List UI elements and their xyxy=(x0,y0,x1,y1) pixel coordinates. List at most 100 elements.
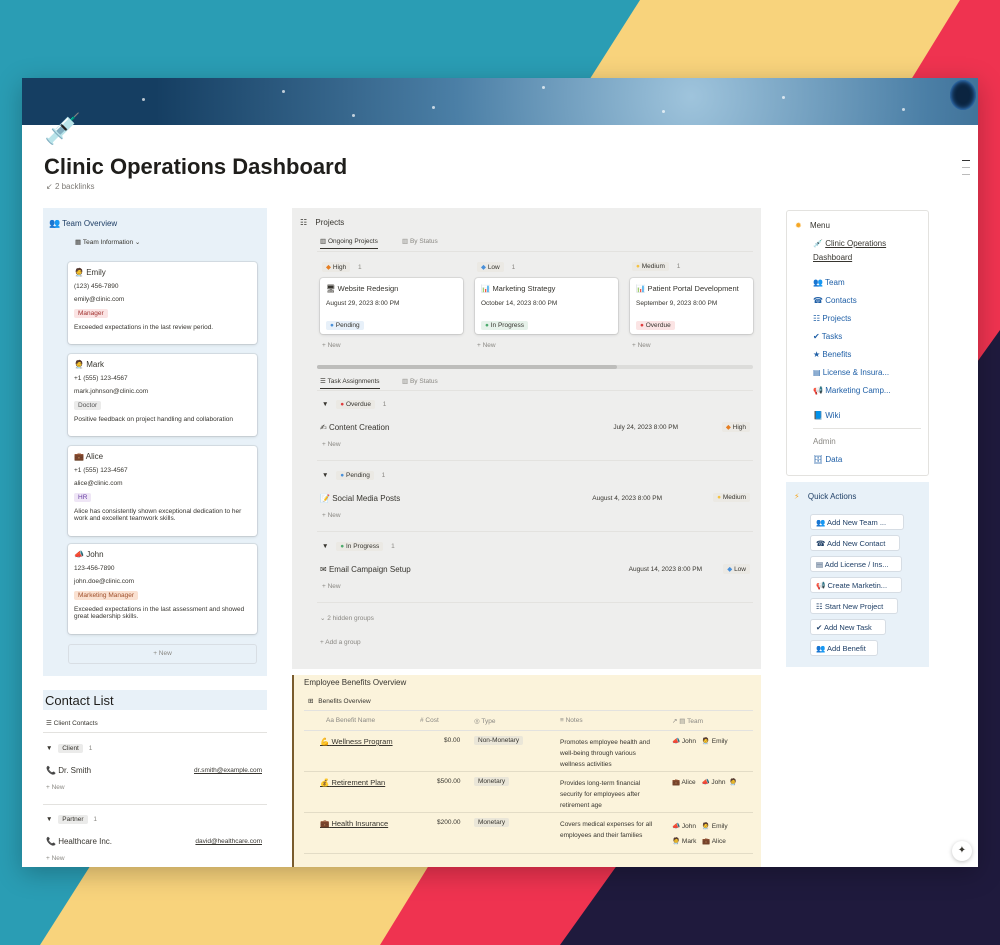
team-icon: 👥 xyxy=(813,278,823,287)
group-header-pending[interactable]: ▼ ● Pending 1 xyxy=(322,471,385,480)
add-new-contact-button[interactable]: ☎ Add New Contact xyxy=(810,535,900,551)
chart-icon: 📊 xyxy=(636,284,646,293)
app-window: 💉 Clinic Operations Dashboard ↙ 2 backli… xyxy=(22,78,978,867)
team-view-selector[interactable]: ▦ Team Information ⌄ xyxy=(75,238,140,246)
triangle-down-icon: ▼ xyxy=(322,401,329,408)
menu-link-dashboard[interactable]: 💉 Clinic Operations Dashboard xyxy=(813,237,923,265)
group-header-client[interactable]: ▼ Client 1 xyxy=(46,744,92,753)
briefcase-icon: 💼 xyxy=(74,452,84,461)
person-icon: 🧑‍⚕️ xyxy=(74,268,84,277)
menu-link-marketing[interactable]: 📢 Marketing Camp... xyxy=(813,386,891,395)
new-task-button[interactable]: + New xyxy=(322,512,341,519)
menu-link-projects[interactable]: ☷ Projects xyxy=(813,314,851,323)
new-contact-button[interactable]: + New xyxy=(46,784,65,791)
database-icon: 🗄 xyxy=(813,455,824,464)
new-project-button[interactable]: + New xyxy=(477,342,496,349)
start-new-project-button[interactable]: ☷ Start New Project xyxy=(810,598,898,614)
quick-actions-header: ⚡ Quick Actions xyxy=(794,492,857,501)
menu-link-team[interactable]: 👥 Team xyxy=(813,278,845,287)
group-header-in-progress[interactable]: ▼ ● In Progress 1 xyxy=(322,542,395,551)
column-header-low[interactable]: ◆ Low 1 xyxy=(477,262,515,272)
menu-link-data[interactable]: 🗄 Data xyxy=(813,455,842,464)
team-overview-header[interactable]: 👥 Team Overview xyxy=(49,218,117,229)
add-benefit-button[interactable]: 👥 Add Benefit xyxy=(810,640,878,656)
task-row[interactable]: 📝 Social Media Posts August 4, 2023 8:00… xyxy=(320,493,750,503)
add-license-button[interactable]: ▤ Add License / Ins... xyxy=(810,556,902,572)
new-contact-button[interactable]: + New xyxy=(46,855,65,862)
project-card[interactable]: 📊 Patient Portal Development September 9… xyxy=(630,278,753,334)
triangle-down-icon: ▼ xyxy=(322,543,329,550)
backlinks-link[interactable]: ↙ 2 backlinks xyxy=(46,182,95,191)
column-header-medium[interactable]: ● Medium 1 xyxy=(632,262,680,271)
contact-list-title: Contact List xyxy=(43,690,267,710)
memo-icon: 📝 xyxy=(320,494,330,503)
team-card[interactable]: 🧑‍⚕️ Mark +1 (555) 123-4567 mark.johnson… xyxy=(68,354,257,436)
avatar: 💼 xyxy=(702,838,711,845)
chart-icon: 📊 xyxy=(481,284,491,293)
task-row[interactable]: ✍ Content Creation July 24, 2023 8:00 PM… xyxy=(320,422,750,432)
gallery-icon: ▦ xyxy=(75,239,82,246)
document-icon: ▤ xyxy=(816,560,824,569)
column-header-team[interactable]: ↗ ▤ Team xyxy=(672,717,703,725)
contact-row[interactable]: 📞 Dr. Smith dr.smith@example.com xyxy=(46,766,264,775)
table-of-contents-indicator[interactable] xyxy=(962,160,970,181)
new-project-button[interactable]: + New xyxy=(632,342,651,349)
team-overview-panel: 👥 Team Overview ▦ Team Information ⌄ 🧑‍⚕… xyxy=(43,208,267,676)
cover-image xyxy=(22,78,978,125)
table-row[interactable]: 💰 Retirement Plan $500.00 Monetary Provi… xyxy=(304,772,753,813)
column-header-benefit-name[interactable]: Aa Benefit Name xyxy=(326,717,375,724)
group-header-partner[interactable]: ▼ Partner 1 xyxy=(46,815,97,824)
menu-link-tasks[interactable]: ✔ Tasks xyxy=(813,332,842,341)
add-group-button[interactable]: + Add a group xyxy=(320,639,361,646)
table-row[interactable]: 💼 Health Insurance $200.00 Monetary Cove… xyxy=(304,813,753,854)
triangle-down-icon: ▼ xyxy=(46,745,53,752)
ai-assistant-button[interactable]: ✦ xyxy=(952,841,972,861)
tab-tasks-by-status[interactable]: ▥ By Status xyxy=(402,377,438,385)
contact-row[interactable]: 📞 Healthcare Inc. david@healthcare.com xyxy=(46,837,264,846)
benefits-panel: Employee Benefits Overview ⊞ Benefits Ov… xyxy=(292,675,761,867)
horizontal-scrollbar[interactable] xyxy=(317,365,753,369)
task-row[interactable]: ✉ Email Campaign Setup August 14, 2023 8… xyxy=(320,564,750,574)
team-card[interactable]: 📣 John 123-456-7890 john.doe@clinic.com … xyxy=(68,544,257,634)
column-header-type[interactable]: ◎ Type xyxy=(474,717,495,725)
tab-projects-by-status[interactable]: ▥ By Status xyxy=(402,237,438,245)
avatar: 📣 xyxy=(672,823,681,830)
avatar: 💼 xyxy=(672,779,681,786)
tab-ongoing-projects[interactable]: ▥ Ongoing Projects xyxy=(320,237,378,249)
page-title: Clinic Operations Dashboard xyxy=(44,154,348,179)
board-icon: ▥ xyxy=(402,378,409,385)
create-marketing-button[interactable]: 📢 Create Marketin... xyxy=(810,577,902,593)
hidden-groups-toggle[interactable]: ⌄ 2 hidden groups xyxy=(320,614,374,622)
table-row[interactable]: 💪 Wellness Program $0.00 Non-Monetary Pr… xyxy=(304,731,753,772)
menu-link-benefits[interactable]: ★ Benefits xyxy=(813,350,851,359)
new-team-member-button[interactable]: + New xyxy=(68,644,257,664)
new-project-button[interactable]: + New xyxy=(322,342,341,349)
team-card[interactable]: 💼 Alice +1 (555) 123-4567 alice@clinic.c… xyxy=(68,446,257,536)
add-new-task-button[interactable]: ✔ Add New Task xyxy=(810,619,886,635)
column-header-cost[interactable]: # Cost xyxy=(420,717,439,724)
phone-icon: ☎ xyxy=(816,539,826,548)
tab-task-assignments[interactable]: ☰ Task Assignments xyxy=(320,377,380,389)
add-new-team-button[interactable]: 👥 Add New Team ... xyxy=(810,514,904,530)
menu-link-license[interactable]: ▤ License & Insura... xyxy=(813,368,889,377)
check-circle-icon: ✔ xyxy=(816,623,823,632)
contact-view-tab[interactable]: ☰ Client Contacts xyxy=(46,719,98,727)
check-circle-icon: ✔ xyxy=(813,332,820,341)
column-header-high[interactable]: ◆ High 1 xyxy=(322,262,362,272)
menu-link-wiki[interactable]: 📘 Wiki xyxy=(813,411,840,420)
new-task-button[interactable]: + New xyxy=(322,583,341,590)
benefits-view-tab[interactable]: ⊞ Benefits Overview xyxy=(308,697,371,705)
phone-icon: ☎ xyxy=(813,296,823,305)
new-task-button[interactable]: + New xyxy=(322,441,341,448)
star-icon: ★ xyxy=(813,350,821,359)
menu-panel: ✹ Menu 💉 Clinic Operations Dashboard 👥 T… xyxy=(786,210,929,476)
projects-header[interactable]: ☷ Projects xyxy=(300,218,344,227)
project-card[interactable]: 🖥 Website Redesign August 29, 2023 8:00 … xyxy=(320,278,463,334)
syringe-icon[interactable]: 💉 xyxy=(44,112,81,147)
syringe-icon: 💉 xyxy=(813,239,823,248)
project-card[interactable]: 📊 Marketing Strategy October 14, 2023 8:… xyxy=(475,278,618,334)
column-header-notes[interactable]: ≡ Notes xyxy=(560,717,583,724)
group-header-overdue[interactable]: ▼ ● Overdue 1 xyxy=(322,400,386,409)
team-card[interactable]: 🧑‍⚕️ Emily (123) 456-7890 emily@clinic.c… xyxy=(68,262,257,344)
menu-link-contacts[interactable]: ☎ Contacts xyxy=(813,296,857,305)
